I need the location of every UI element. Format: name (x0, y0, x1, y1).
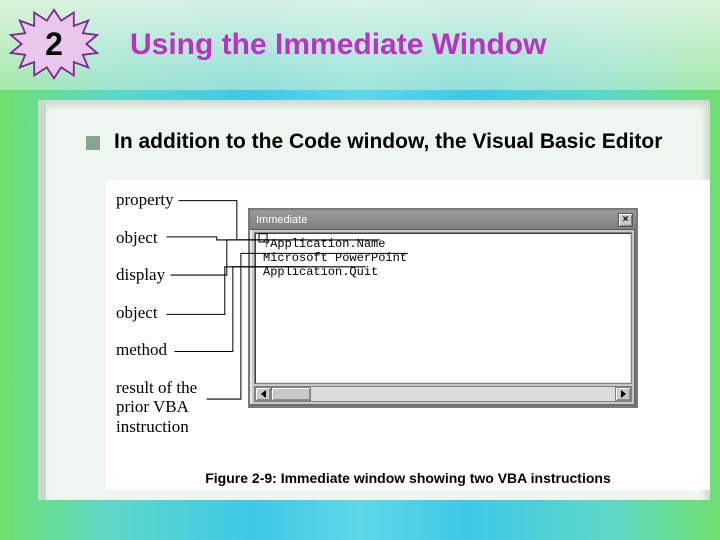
code-line: ?Application.Name (263, 237, 623, 251)
label-property: property (116, 190, 197, 210)
label-result: result of the prior VBA instruction (116, 378, 197, 437)
bullet-icon (86, 136, 100, 150)
immediate-body[interactable]: ?Application.Name Microsoft PowerPoint A… (254, 232, 632, 384)
label-object-1: object (116, 228, 197, 248)
chevron-left-icon (261, 390, 266, 398)
code-line: Microsoft PowerPoint (263, 251, 623, 265)
label-display: display (116, 265, 197, 285)
slide-number: 2 (8, 8, 100, 80)
close-icon[interactable]: × (618, 213, 633, 227)
figure: property object display object method re… (106, 180, 710, 490)
figure-caption: Figure 2-9: Immediate window showing two… (106, 470, 710, 486)
scroll-thumb[interactable] (271, 387, 311, 401)
chevron-right-icon (621, 390, 626, 398)
immediate-window: Immediate × ?Application.Name Microsoft … (248, 208, 638, 408)
label-object-2: object (116, 303, 197, 323)
bullet-row: In addition to the Code window, the Visu… (86, 130, 710, 154)
bullet-text: In addition to the Code window, the Visu… (114, 130, 662, 154)
scroll-left-button[interactable] (255, 387, 271, 401)
scroll-track[interactable] (271, 387, 615, 401)
slide-title: Using the Immediate Window (130, 28, 710, 62)
immediate-titlebar: Immediate × (250, 210, 636, 230)
scroll-right-button[interactable] (615, 387, 631, 401)
label-method: method (116, 340, 197, 360)
content-panel: In addition to the Code window, the Visu… (38, 100, 710, 500)
starburst-badge: 2 (8, 8, 100, 80)
callout-labels: property object display object method re… (116, 190, 197, 436)
code-line: Application.Quit (263, 265, 623, 279)
immediate-title-text: Immediate (256, 214, 307, 226)
horizontal-scrollbar[interactable] (254, 386, 632, 402)
